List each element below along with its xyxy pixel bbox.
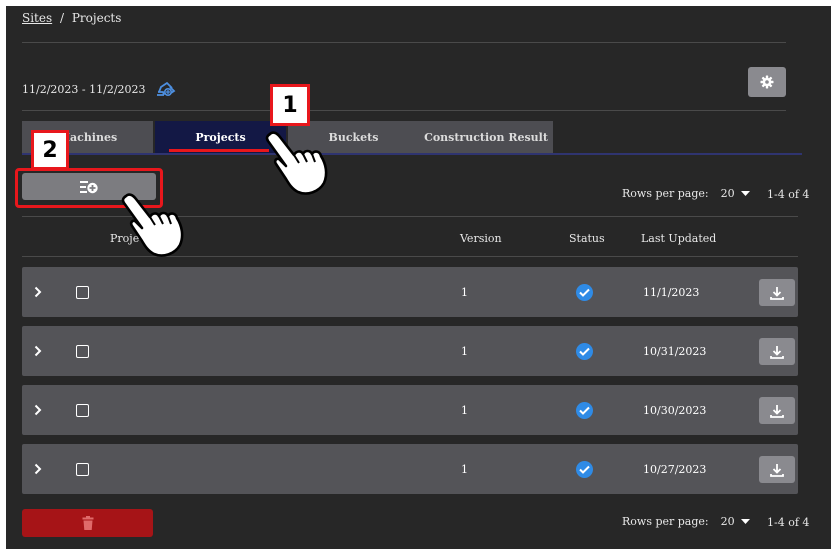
tab-label: Projects	[195, 130, 246, 144]
check-circle-icon	[576, 342, 593, 360]
rows-per-page-label: Rows per page:	[622, 187, 709, 200]
date-range-text: 11/2/2023 - 11/2/2023	[22, 83, 146, 96]
breadcrumb: Sites / Projects	[22, 11, 121, 25]
check-circle-icon	[576, 401, 593, 419]
step-badge-2: 2	[31, 130, 69, 170]
download-button[interactable]	[759, 338, 795, 365]
pagination-range-bottom: 1-4 of 4	[767, 516, 810, 529]
row-checkbox[interactable]	[76, 267, 89, 317]
tab-construction-result[interactable]: Construction Result	[419, 121, 553, 153]
delete-button[interactable]	[22, 509, 153, 537]
row-status	[576, 267, 593, 317]
checkbox[interactable]	[76, 285, 89, 299]
pagination-range-top: 1-4 of 4	[767, 188, 810, 201]
checkbox[interactable]	[76, 344, 89, 358]
settings-button[interactable]	[748, 67, 786, 97]
row-last-updated: 10/27/2023	[643, 462, 707, 476]
row-checkbox[interactable]	[76, 326, 89, 376]
download-button[interactable]	[759, 397, 795, 424]
row-status	[576, 444, 593, 494]
active-tab-indicator	[169, 149, 269, 152]
row-version: 1	[461, 344, 468, 358]
table-row[interactable]: 1 11/1/2023	[22, 267, 798, 317]
table-row[interactable]: 1 10/30/2023	[22, 385, 798, 435]
rows-per-page-select[interactable]: 20	[721, 187, 750, 200]
row-status	[576, 326, 593, 376]
chevron-right-icon[interactable]	[30, 444, 46, 494]
column-header-status[interactable]: Status	[569, 232, 605, 245]
row-last-updated: 11/1/2023	[643, 285, 700, 299]
caret-down-icon	[740, 190, 750, 196]
rows-per-page-top: Rows per page: 20	[622, 187, 750, 200]
hand-pointer-icon	[121, 193, 184, 257]
toolbar-divider	[22, 110, 786, 111]
breadcrumb-current: Projects	[71, 11, 122, 25]
download-button[interactable]	[759, 279, 795, 306]
row-version: 1	[461, 285, 468, 299]
row-status	[576, 385, 593, 435]
row-version: 1	[461, 462, 468, 476]
rows-per-page-label: Rows per page:	[622, 515, 709, 528]
row-version: 1	[461, 403, 468, 417]
row-checkbox[interactable]	[76, 444, 89, 494]
checkbox[interactable]	[76, 403, 89, 417]
hand-pointer-icon	[265, 131, 328, 195]
column-header-version[interactable]: Version	[460, 232, 502, 245]
breadcrumb-separator: /	[59, 11, 65, 25]
table-row[interactable]: 1 10/27/2023	[22, 444, 798, 494]
table-row[interactable]: 1 10/31/2023	[22, 326, 798, 376]
tabs-underline	[22, 153, 802, 155]
excavator-icon[interactable]	[154, 79, 176, 100]
app-window: Sites / Projects 11/2/2023 - 11/2/2023 M…	[6, 6, 831, 549]
rows-per-page-bottom: Rows per page: 20	[622, 515, 750, 528]
column-header-last-updated[interactable]: Last Updated	[641, 232, 716, 245]
rows-per-page-value: 20	[720, 187, 735, 200]
gear-icon	[760, 75, 774, 89]
download-button[interactable]	[759, 456, 795, 483]
chevron-right-icon[interactable]	[30, 385, 46, 435]
download-icon	[770, 345, 784, 359]
header-divider	[22, 42, 786, 43]
trash-icon	[82, 516, 93, 530]
row-checkbox[interactable]	[76, 385, 89, 435]
download-icon	[770, 404, 784, 418]
tab-label: Construction Result	[424, 130, 548, 144]
caret-down-icon	[740, 518, 750, 524]
row-last-updated: 10/31/2023	[643, 344, 707, 358]
rows-per-page-value: 20	[720, 515, 735, 528]
step-badge-1: 1	[270, 84, 310, 126]
rows-per-page-select[interactable]: 20	[721, 515, 750, 528]
download-icon	[770, 463, 784, 477]
check-circle-icon	[576, 283, 593, 301]
breadcrumb-sites-link[interactable]: Sites	[22, 11, 52, 25]
chevron-right-icon[interactable]	[30, 267, 46, 317]
row-last-updated: 10/30/2023	[643, 403, 707, 417]
date-range: 11/2/2023 - 11/2/2023	[22, 79, 176, 100]
check-circle-icon	[576, 460, 593, 478]
chevron-right-icon[interactable]	[30, 326, 46, 376]
checkbox[interactable]	[76, 462, 89, 476]
download-icon	[770, 286, 784, 300]
